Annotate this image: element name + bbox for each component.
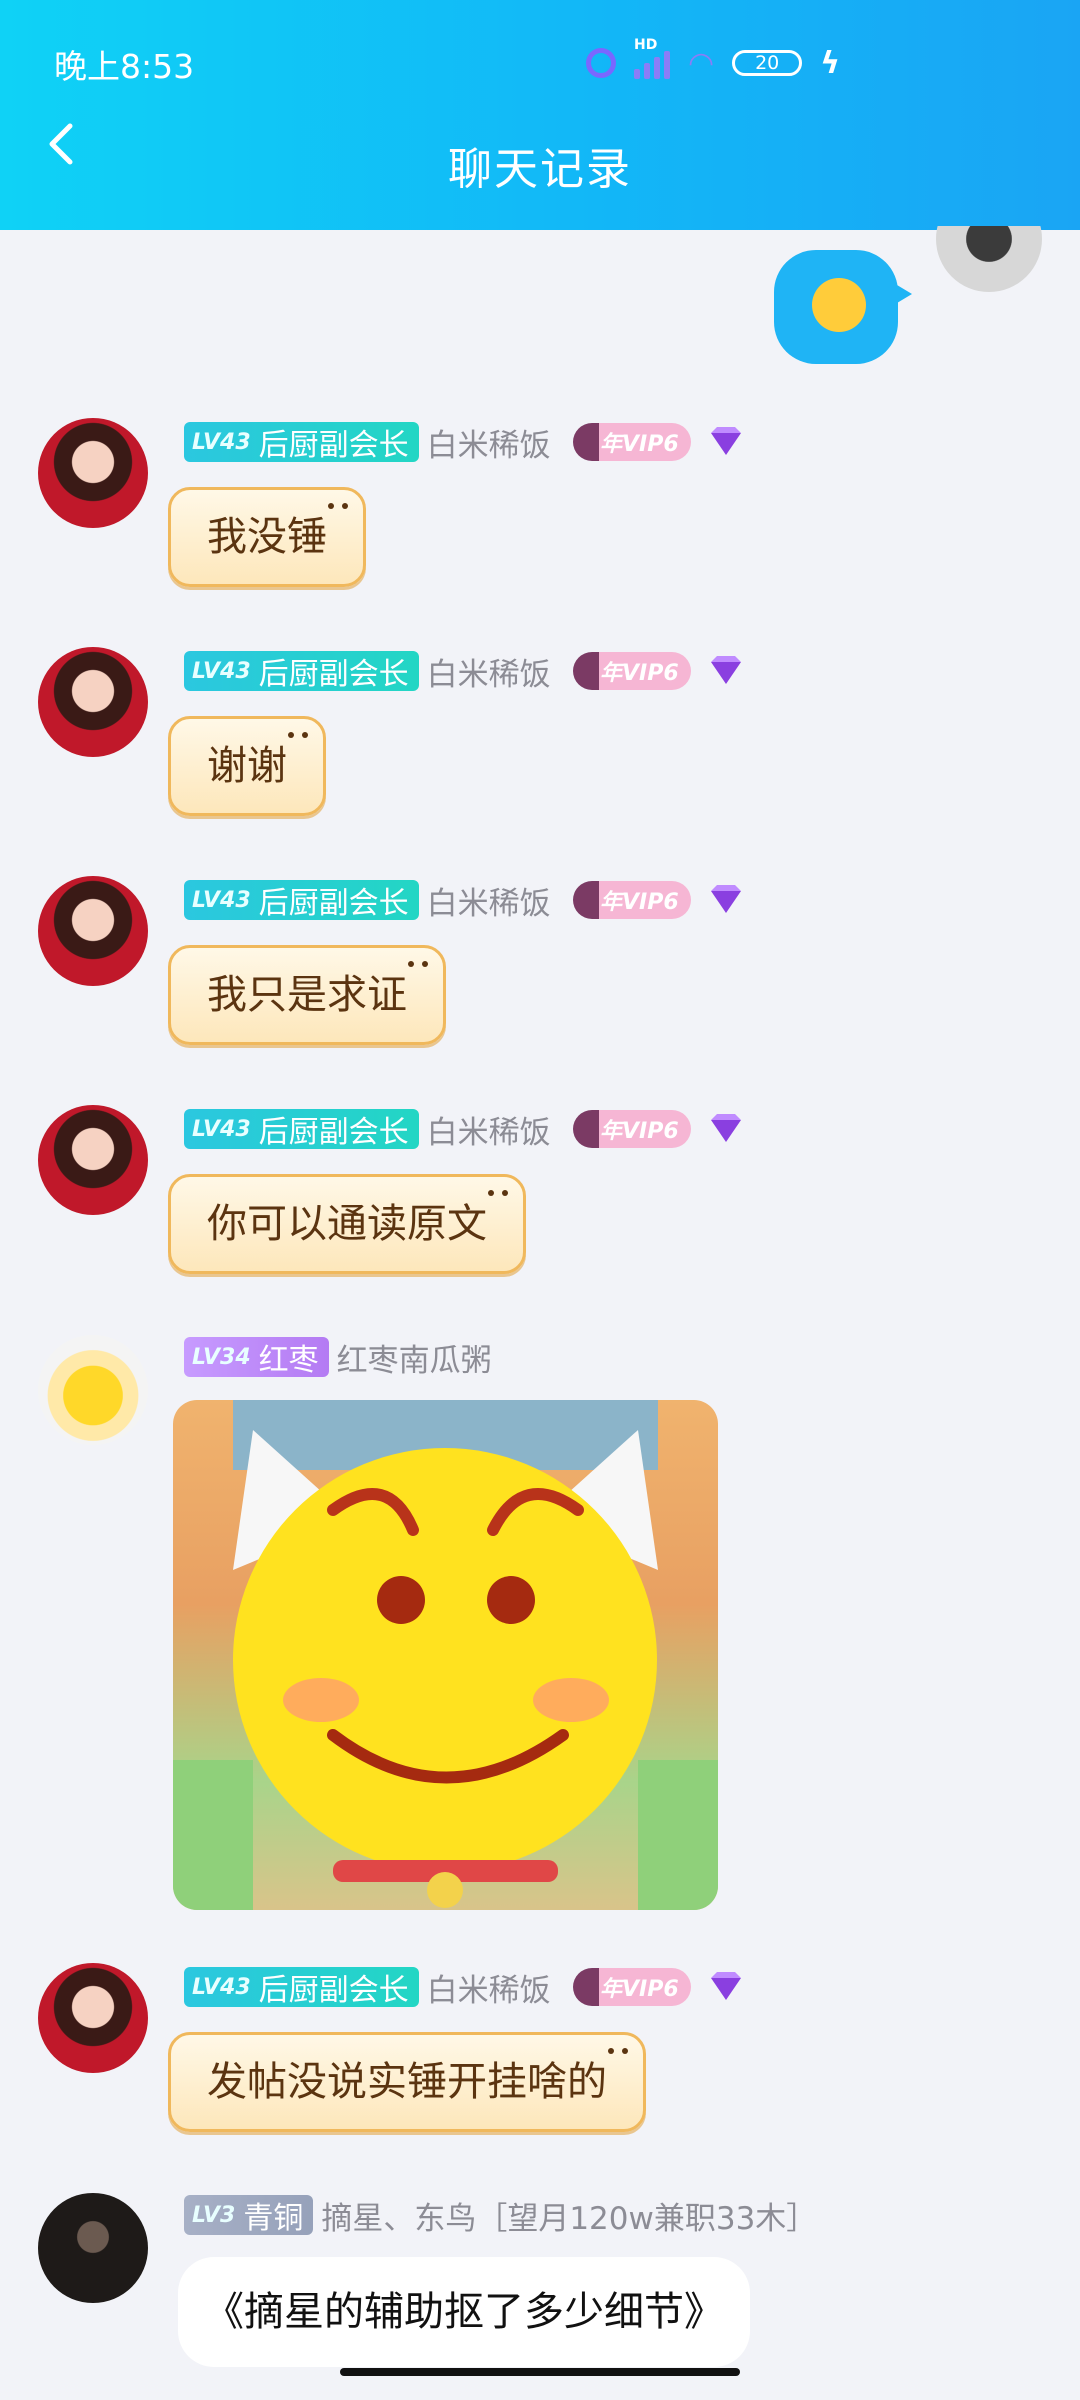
avatar-hongzao[interactable] (38, 1335, 148, 1445)
avatar-baimixifan[interactable] (38, 647, 148, 757)
smiling-cat-sticker[interactable] (173, 1400, 718, 1910)
alarm-icon (586, 48, 616, 78)
nickname[interactable]: 白米稀饭 (427, 649, 551, 694)
vip-badge: 年VIP6 (572, 1968, 691, 2006)
vip-badge: 年VIP6 (572, 423, 691, 461)
level-badge: LV43 后厨副会长 (184, 1109, 419, 1150)
diamond-icon (710, 885, 741, 913)
message-meta: LV34 红枣 红枣南瓜粥 (184, 1335, 492, 1380)
tongue-emoji-icon (812, 278, 866, 332)
status-time: 晚上8:53 (54, 47, 195, 86)
hd-label: HD (634, 37, 658, 53)
level-badge: LV43 后厨副会长 (184, 651, 419, 692)
nickname[interactable]: 白米稀饭 (427, 878, 551, 923)
bubble-face-icon (328, 503, 348, 509)
wifi-icon: ◠ (688, 45, 715, 81)
message-meta: LV43 后厨副会长 白米稀饭 年VIP6 (184, 878, 743, 923)
diamond-icon (710, 1972, 741, 2000)
sent-emoji-bubble[interactable] (774, 250, 912, 364)
home-indicator[interactable] (340, 2368, 740, 2376)
nickname[interactable]: 白米稀饭 (427, 1965, 551, 2010)
signal-icon: HD (634, 37, 670, 79)
avatar-baimixifan[interactable] (38, 1105, 148, 1215)
avatar-baimixifan[interactable] (38, 1963, 148, 2073)
vip-badge: 年VIP6 (572, 1110, 691, 1148)
avatar-baimixifan[interactable] (38, 876, 148, 986)
smiling-face-icon (173, 1400, 718, 1910)
message-bubble[interactable]: 我只是求证 (168, 945, 446, 1045)
nickname[interactable]: 摘星、东鸟［望月120w兼职33木］ (321, 2193, 817, 2238)
level-badge: LV43 后厨副会长 (184, 880, 419, 921)
nickname[interactable]: 白米稀饭 (427, 420, 551, 465)
message-bubble[interactable]: 谢谢 (168, 716, 326, 816)
message-meta: LV43 后厨副会长 白米稀饭 年VIP6 (184, 1107, 743, 1152)
message-bubble[interactable]: 你可以通读原文 (168, 1174, 526, 1274)
level-badge: LV43 后厨副会长 (184, 1967, 419, 2008)
nickname[interactable]: 白米稀饭 (427, 1107, 551, 1152)
page-title: 聊天记录 (448, 144, 632, 195)
message-bubble[interactable]: 发帖没说实锤开挂啥的 (168, 2032, 646, 2132)
nickname[interactable]: 红枣南瓜粥 (337, 1335, 492, 1380)
avatar-zhaixing[interactable] (38, 2193, 148, 2303)
message-bubble[interactable]: 我没锤 (168, 487, 366, 587)
top-bar: 晚上8:53 HD ◠ 20 ϟ 聊天记录 (0, 0, 1080, 230)
vip-badge: 年VIP6 (572, 881, 691, 919)
status-icons: HD ◠ 20 ϟ (586, 37, 840, 86)
diamond-icon (710, 1114, 741, 1142)
level-badge: LV3 青铜 (184, 2195, 314, 2236)
bubble-face-icon (488, 1190, 508, 1196)
vip-badge: 年VIP6 (572, 652, 691, 690)
message-bubble[interactable]: 《摘星的辅助抠了多少细节》 (178, 2257, 750, 2367)
level-badge: LV43 后厨副会长 (184, 422, 419, 463)
message-meta: LV43 后厨副会长 白米稀饭 年VIP6 (184, 420, 743, 465)
diamond-icon (710, 427, 741, 455)
bubble-face-icon (288, 732, 308, 738)
charging-icon: ϟ (820, 45, 840, 81)
message-meta: LV43 后厨副会长 白米稀饭 年VIP6 (184, 649, 743, 694)
bubble-face-icon (408, 961, 428, 967)
battery-icon: 20 (732, 50, 803, 76)
diamond-icon (710, 656, 741, 684)
level-badge: LV34 红枣 (184, 1337, 329, 1378)
bubble-face-icon (608, 2048, 628, 2054)
message-meta: LV3 青铜 摘星、东鸟［望月120w兼职33木］ (184, 2193, 817, 2238)
message-meta: LV43 后厨副会长 白米稀饭 年VIP6 (184, 1965, 743, 2010)
avatar-baimixifan[interactable] (38, 418, 148, 528)
